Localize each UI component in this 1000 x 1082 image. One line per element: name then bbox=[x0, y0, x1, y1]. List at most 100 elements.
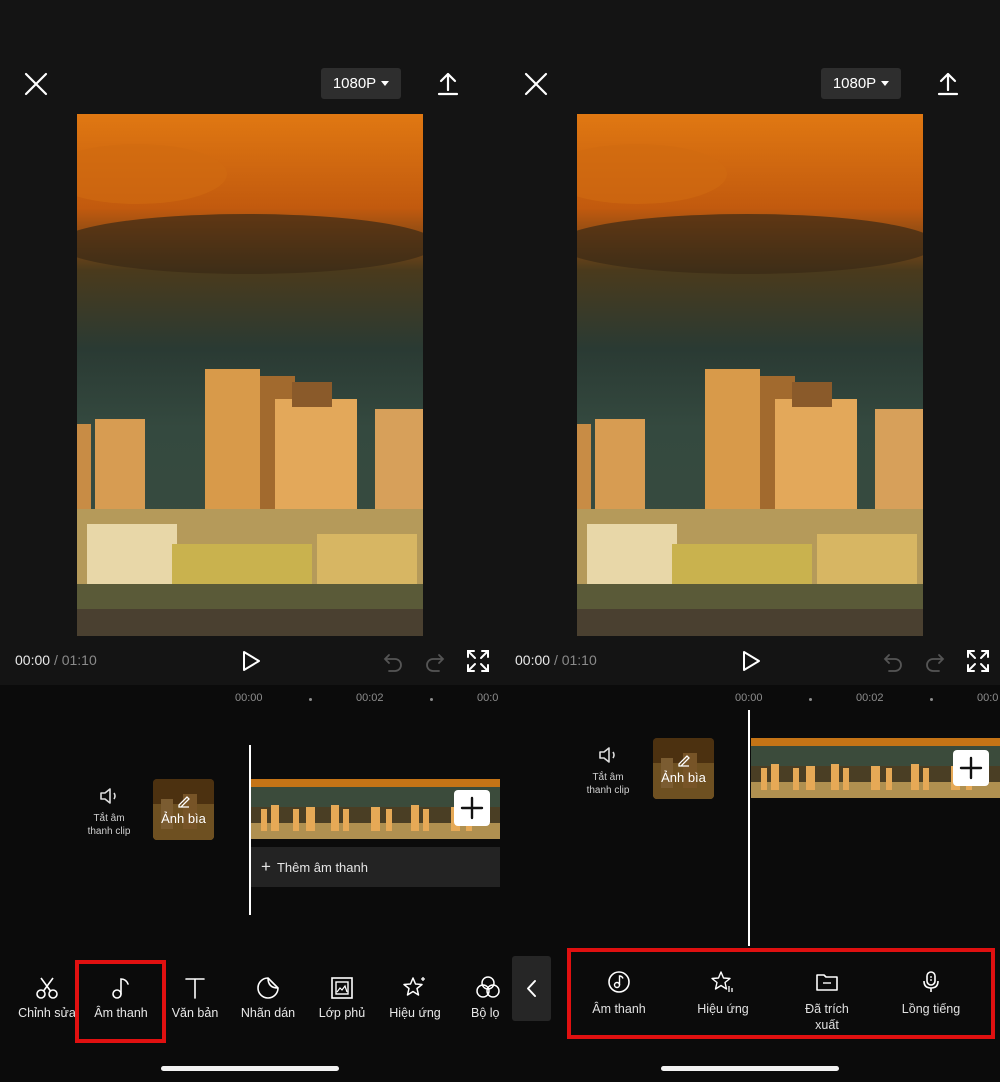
home-indicator bbox=[661, 1066, 839, 1071]
filter-circles-icon bbox=[476, 976, 500, 998]
speaker-icon bbox=[100, 788, 116, 804]
time-current: 00:00 bbox=[515, 652, 551, 668]
play-icon[interactable] bbox=[738, 648, 764, 674]
tool-label: Nhãn dán bbox=[240, 1006, 296, 1020]
cover-button[interactable]: Ảnh bìa bbox=[153, 779, 214, 840]
add-clip-button[interactable] bbox=[953, 750, 989, 786]
audio-menu-effects[interactable]: Hiệu ứng bbox=[678, 970, 768, 1017]
fullscreen-icon[interactable] bbox=[465, 648, 491, 674]
audio-menu-extracted[interactable]: Đã trích xuất bbox=[782, 970, 872, 1033]
timeline-ruler: 00:00 00:02 00:0 bbox=[500, 690, 1000, 710]
scissors-icon bbox=[36, 977, 58, 999]
caret-down-icon bbox=[881, 81, 890, 86]
mute-label-line2: thanh clip bbox=[586, 785, 630, 796]
audio-menu-label: Hiệu ứng bbox=[697, 1002, 749, 1016]
time-display: 00:00 / 01:10 bbox=[515, 652, 597, 668]
time-total: 01:10 bbox=[61, 652, 97, 668]
ruler-label: 00:02 bbox=[856, 692, 884, 704]
tool-sticker[interactable]: Nhãn dán bbox=[233, 975, 303, 1020]
ruler-dot bbox=[930, 698, 933, 701]
ruler-label: 00:02 bbox=[356, 692, 384, 704]
tool-label: Bộ lọ bbox=[471, 1006, 500, 1020]
export-upload-icon[interactable] bbox=[934, 70, 962, 98]
time-current: 00:00 bbox=[15, 652, 51, 668]
screen-editor-main: 1080P 00:00 / 01:10 00:00 00:02 00:0 Tắt… bbox=[0, 0, 500, 1082]
play-icon[interactable] bbox=[238, 648, 264, 674]
audio-menu-label-line2: xuất bbox=[815, 1018, 839, 1032]
export-upload-icon[interactable] bbox=[434, 70, 462, 98]
text-t-icon bbox=[185, 978, 205, 999]
close-icon[interactable] bbox=[522, 70, 550, 98]
add-audio-button[interactable]: + Thêm âm thanh bbox=[251, 847, 500, 887]
tool-audio[interactable]: Âm thanh bbox=[86, 975, 156, 1020]
folder-icon bbox=[816, 974, 838, 991]
timeline-ruler: 00:00 00:02 00:0 bbox=[0, 690, 500, 710]
mute-label-line1: Tắt âm bbox=[592, 772, 624, 783]
mute-clip-button[interactable]: Tắt âm thanh clip bbox=[79, 786, 139, 838]
overlay-image-icon bbox=[331, 977, 353, 999]
tool-effects[interactable]: Hiệu ứng bbox=[380, 975, 450, 1020]
ruler-dot bbox=[809, 698, 812, 701]
resolution-label: 1080P bbox=[832, 75, 877, 92]
music-disc-icon bbox=[608, 971, 630, 993]
undo-icon[interactable] bbox=[881, 649, 905, 673]
back-button[interactable] bbox=[512, 956, 551, 1021]
time-display: 00:00 / 01:10 bbox=[15, 652, 97, 668]
ruler-dot bbox=[309, 698, 312, 701]
tool-label: Chỉnh sửa bbox=[18, 1006, 76, 1020]
mute-label-line1: Tắt âm bbox=[93, 813, 125, 824]
time-total: 01:10 bbox=[561, 652, 597, 668]
redo-icon[interactable] bbox=[923, 649, 947, 673]
close-icon[interactable] bbox=[22, 70, 50, 98]
resolution-button[interactable]: 1080P bbox=[821, 68, 901, 99]
playhead[interactable] bbox=[249, 745, 251, 915]
cover-button[interactable]: Ảnh bìa bbox=[653, 738, 714, 799]
resolution-button[interactable]: 1080P bbox=[321, 68, 401, 99]
redo-icon[interactable] bbox=[423, 649, 447, 673]
time-separator: / bbox=[53, 652, 58, 668]
tool-label: Văn bản bbox=[171, 1006, 219, 1020]
sparkle-star-icon bbox=[403, 977, 425, 996]
plus-icon bbox=[959, 756, 983, 780]
add-audio-label: Thêm âm thanh bbox=[276, 859, 368, 875]
ruler-label: 00:00 bbox=[735, 692, 763, 704]
pencil-icon bbox=[177, 795, 190, 808]
tool-label: Âm thanh bbox=[94, 1006, 148, 1020]
resolution-label: 1080P bbox=[332, 75, 377, 92]
music-note-icon bbox=[112, 978, 129, 999]
cover-label: Ảnh bìa bbox=[661, 769, 706, 785]
home-indicator bbox=[161, 1066, 339, 1071]
plus-icon bbox=[460, 796, 484, 820]
time-separator: / bbox=[553, 652, 558, 668]
undo-icon[interactable] bbox=[381, 649, 405, 673]
sparkle-star-icon bbox=[711, 971, 733, 992]
audio-menu-sounds[interactable]: Âm thanh bbox=[574, 970, 664, 1017]
fullscreen-icon[interactable] bbox=[965, 648, 991, 674]
pencil-icon bbox=[677, 754, 690, 767]
plus-icon: + bbox=[261, 857, 271, 876]
mute-label-line2: thanh clip bbox=[87, 826, 131, 837]
audio-menu-label: Âm thanh bbox=[592, 1002, 646, 1016]
ruler-label: 00:00 bbox=[235, 692, 263, 704]
speaker-icon bbox=[599, 747, 615, 763]
chevron-left-icon bbox=[527, 980, 536, 997]
video-preview bbox=[577, 114, 923, 636]
cover-label: Ảnh bìa bbox=[161, 810, 206, 826]
audio-menu-label: Lồng tiếng bbox=[901, 1002, 961, 1016]
playhead[interactable] bbox=[748, 710, 750, 946]
add-clip-button[interactable] bbox=[454, 790, 490, 826]
ruler-dot bbox=[430, 698, 433, 701]
screen-audio-menu: 1080P 00:00 / 01:10 00:00 00:02 00:0 Tắt… bbox=[500, 0, 1000, 1082]
tool-text[interactable]: Văn bản bbox=[160, 975, 230, 1020]
ruler-label: 00:0 bbox=[977, 692, 999, 704]
tool-overlay[interactable]: Lớp phủ bbox=[307, 975, 377, 1020]
caret-down-icon bbox=[381, 81, 390, 86]
tool-edit[interactable]: Chỉnh sửa bbox=[12, 975, 82, 1020]
audio-menu-voiceover[interactable]: Lồng tiếng bbox=[886, 970, 976, 1017]
audio-menu-label: Đã trích bbox=[805, 1002, 849, 1016]
ruler-label: 00:0 bbox=[477, 692, 499, 704]
mute-clip-button[interactable]: Tắt âm thanh clip bbox=[578, 745, 638, 797]
tool-filter[interactable]: Bộ lọ bbox=[455, 975, 500, 1020]
tool-label: Hiệu ứng bbox=[389, 1006, 441, 1020]
microphone-icon bbox=[923, 971, 939, 992]
